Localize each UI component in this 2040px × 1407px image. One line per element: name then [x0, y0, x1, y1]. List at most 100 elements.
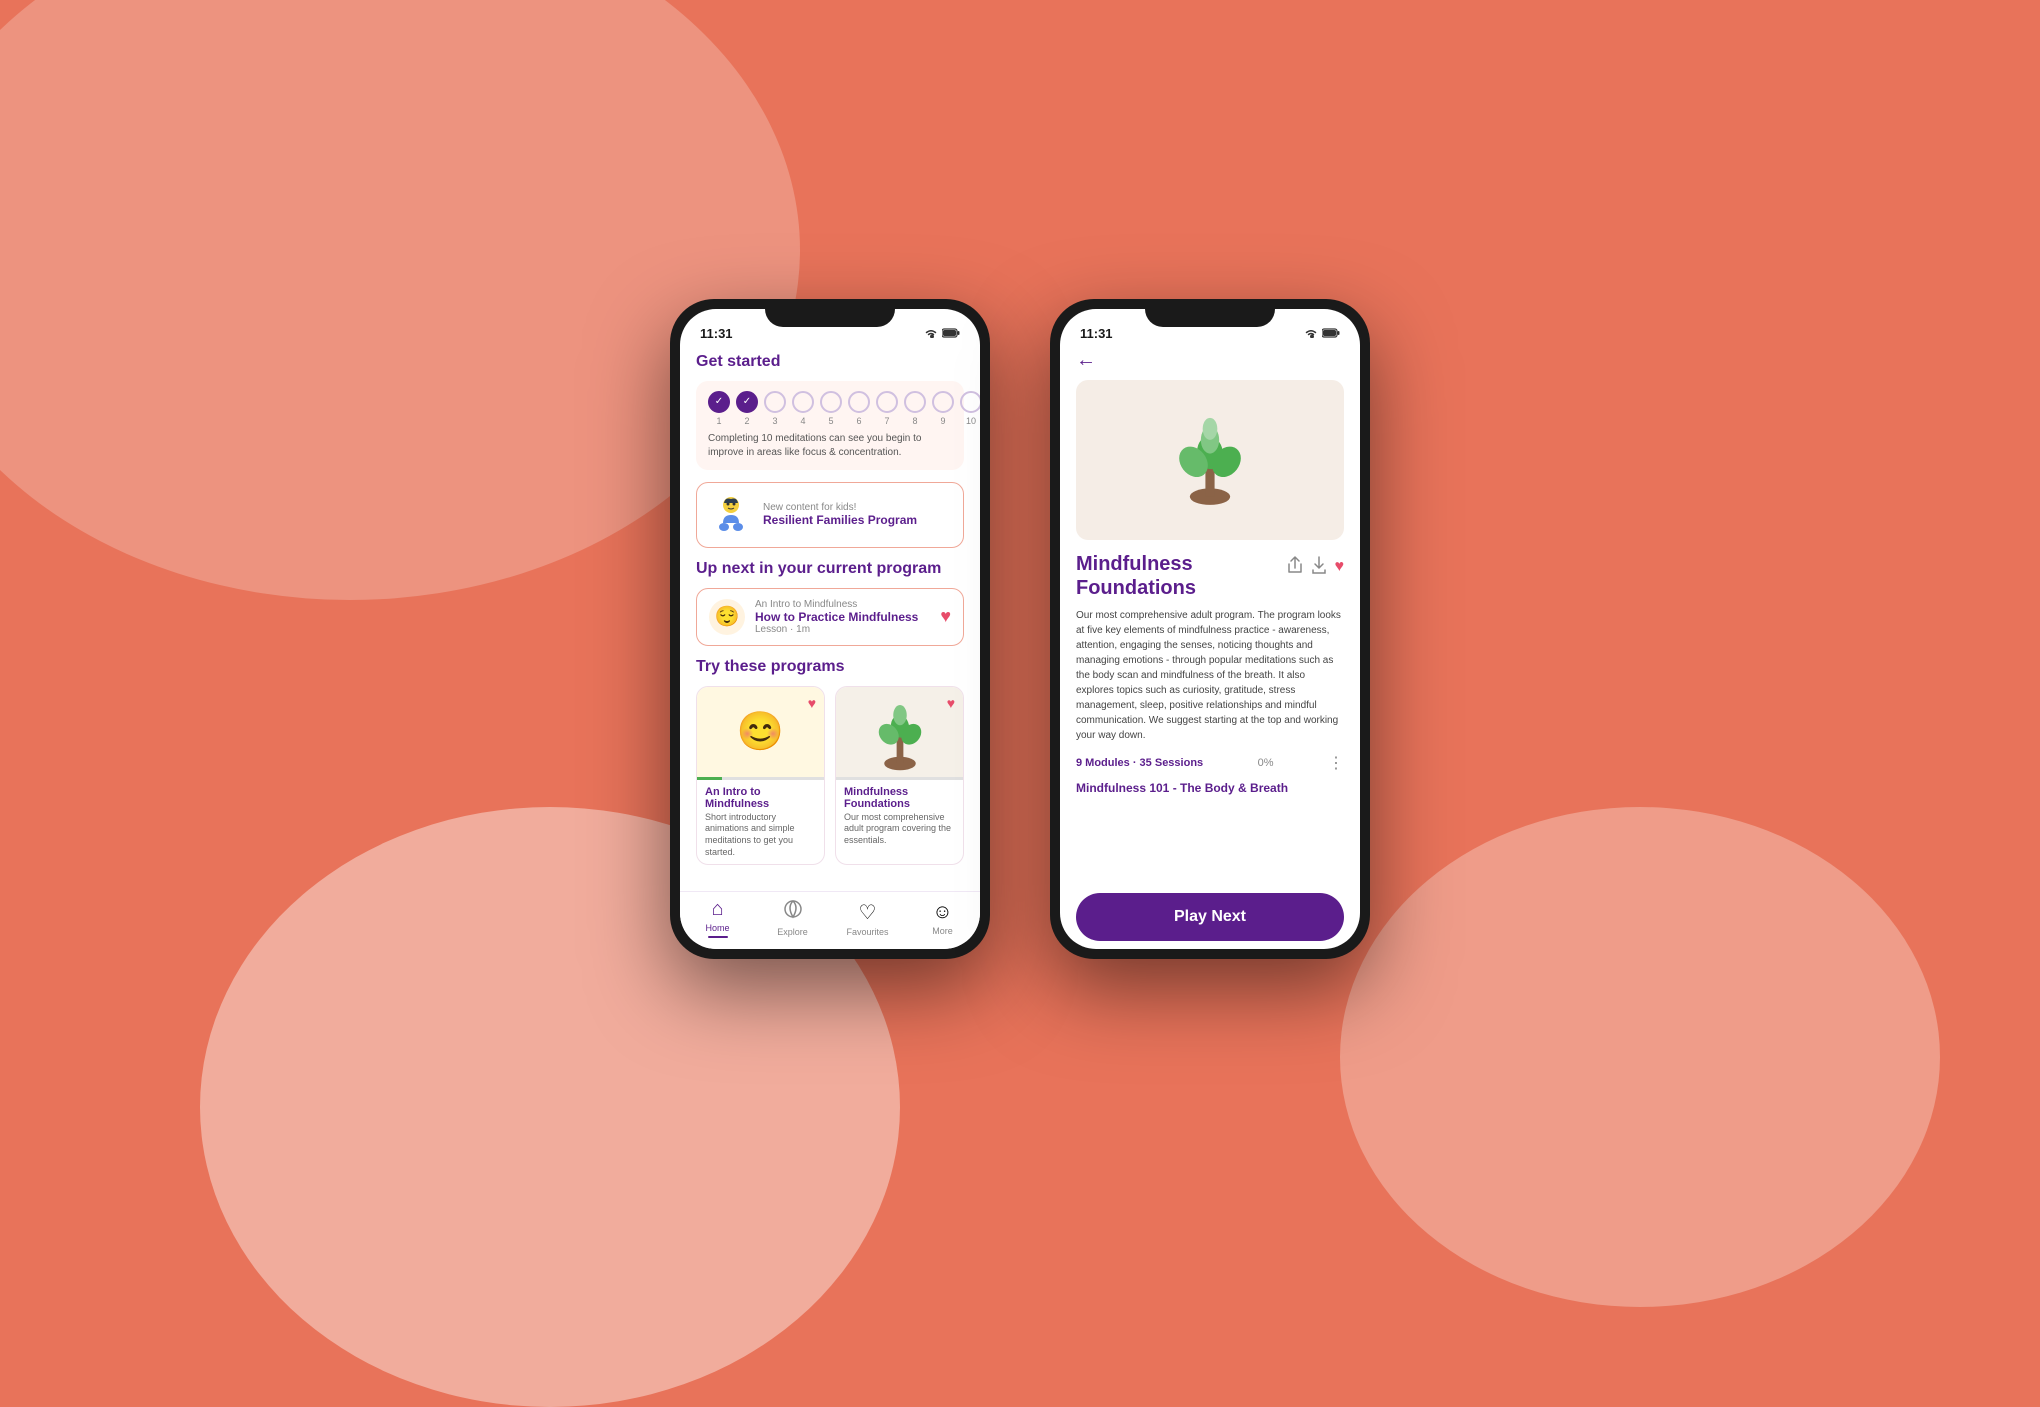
phone-notch-left: [765, 299, 895, 327]
detail-body: MindfulnessFoundations ♥ Our most compre…: [1060, 540, 1360, 885]
nav-label-home: Home: [705, 923, 729, 933]
status-time-left: 11:31: [700, 326, 733, 341]
circle-2: ✓: [736, 391, 758, 413]
heart-filled-icon[interactable]: ♥: [1335, 558, 1345, 576]
circle-item-9: 9: [932, 391, 954, 426]
circle-1: ✓: [708, 391, 730, 413]
nav-label-more: More: [932, 926, 953, 936]
module-title: Mindfulness 101 - The Body & Breath: [1076, 781, 1344, 795]
bg-decoration-3: [1340, 807, 1940, 1307]
detail-title: MindfulnessFoundations: [1076, 552, 1287, 600]
more-icon: ☺: [932, 901, 952, 924]
wifi-icon: [924, 327, 938, 341]
home-icon: ⌂: [711, 898, 723, 921]
circle-item-4: 4: [792, 391, 814, 426]
circle-item-1: ✓ 1: [708, 391, 730, 426]
circle-4: [792, 391, 814, 413]
back-button[interactable]: ←: [1076, 349, 1096, 371]
kids-subtitle: New content for kids!: [763, 502, 917, 513]
program2-heart-icon[interactable]: ♥: [947, 695, 955, 711]
program1-heart-icon[interactable]: ♥: [808, 695, 816, 711]
share-icon[interactable]: [1287, 556, 1303, 579]
program1-body: An Intro to Mindfulness Short introducto…: [697, 780, 824, 865]
circle-item-7: 7: [876, 391, 898, 426]
phones-container: 11:31 Get started: [670, 299, 1370, 959]
program-card-img-1: 😊 ♥: [697, 687, 824, 777]
detail-title-row: MindfulnessFoundations ♥: [1076, 552, 1344, 600]
nav-item-more[interactable]: ☺ More: [905, 901, 980, 936]
circle-item-2: ✓ 2: [736, 391, 758, 426]
progress-section: ✓ 1 ✓ 2 3: [696, 381, 964, 470]
detail-progress: 0%: [1258, 757, 1274, 769]
detail-meta: 9 Modules · 35 Sessions: [1076, 757, 1203, 769]
kids-card[interactable]: New content for kids! Resilient Families…: [696, 482, 964, 548]
circle-item-8: 8: [904, 391, 926, 426]
circle-3: [764, 391, 786, 413]
smiley-icon: 😊: [737, 710, 784, 754]
circle-item-10: 10: [960, 391, 980, 426]
circle-item-5: 5: [820, 391, 842, 426]
detail-image: [1076, 380, 1344, 540]
right-phone: 11:31 ←: [1050, 299, 1370, 959]
program2-title: Mindfulness Foundations: [844, 786, 955, 810]
detail-actions: ♥: [1287, 556, 1345, 579]
circle-item-6: 6: [848, 391, 870, 426]
kids-title: Resilient Families Program: [763, 513, 917, 527]
circle-item-3: 3: [764, 391, 786, 426]
lesson-subtitle: An Intro to Mindfulness: [755, 599, 930, 610]
circle-10: [960, 391, 980, 413]
detail-description: Our most comprehensive adult program. Th…: [1076, 608, 1344, 743]
favourites-icon: ♡: [859, 900, 877, 925]
get-started-title: Get started: [696, 353, 964, 371]
kids-avatar: [709, 493, 753, 537]
lesson-emoji: 😌: [709, 599, 745, 635]
circle-7: [876, 391, 898, 413]
nav-underline: [708, 936, 728, 938]
program2-desc: Our most comprehensive adult program cov…: [844, 812, 955, 847]
progress-description: Completing 10 meditations can see you be…: [708, 432, 952, 460]
circle-6: [848, 391, 870, 413]
program-card-2[interactable]: ♥ Mindfulness Foundations Our most compr…: [835, 686, 964, 866]
lesson-heart-icon[interactable]: ♥: [940, 606, 951, 627]
nav-label-favourites: Favourites: [846, 927, 888, 937]
program1-desc: Short introductory animations and simple…: [705, 812, 816, 859]
battery-icon-right: [1322, 327, 1340, 341]
more-options-icon[interactable]: ⋮: [1328, 753, 1344, 773]
circle-9: [932, 391, 954, 413]
status-icons-right: [1304, 327, 1340, 341]
right-phone-screen: 11:31 ←: [1060, 309, 1360, 949]
bottom-nav: ⌂ Home Explore ♡ Favourites ☺ More: [680, 891, 980, 949]
status-time-right: 11:31: [1080, 326, 1113, 341]
status-icons-left: [924, 327, 960, 341]
lesson-meta: Lesson · 1m: [755, 624, 930, 635]
nav-label-explore: Explore: [777, 927, 808, 937]
wifi-icon-right: [1304, 327, 1318, 341]
right-detail-content: MindfulnessFoundations ♥ Our most compre…: [1060, 540, 1360, 949]
circle-8: [904, 391, 926, 413]
detail-header: ←: [1060, 345, 1360, 380]
lesson-title: How to Practice Mindfulness: [755, 610, 930, 624]
nav-item-favourites[interactable]: ♡ Favourites: [830, 900, 905, 937]
detail-plant-svg: [1155, 405, 1265, 515]
up-next-card[interactable]: 😌 An Intro to Mindfulness How to Practic…: [696, 588, 964, 646]
left-phone: 11:31 Get started: [670, 299, 990, 959]
battery-icon: [942, 327, 960, 341]
program-card-1[interactable]: 😊 ♥ An Intro to Mindfulness Short introd…: [696, 686, 825, 866]
download-icon[interactable]: [1311, 556, 1327, 579]
program2-body: Mindfulness Foundations Our most compreh…: [836, 780, 963, 853]
lesson-info: An Intro to Mindfulness How to Practice …: [755, 599, 930, 635]
kids-card-text: New content for kids! Resilient Families…: [763, 502, 917, 527]
try-programs-title: Try these programs: [696, 658, 964, 676]
program1-progress-bar: [697, 777, 824, 780]
nav-item-home[interactable]: ⌂ Home: [680, 898, 755, 938]
left-screen-content: Get started ✓ 1 ✓ 2: [680, 345, 980, 891]
program1-title: An Intro to Mindfulness: [705, 786, 816, 810]
nav-item-explore[interactable]: Explore: [755, 899, 830, 937]
circle-5: [820, 391, 842, 413]
left-phone-screen: 11:31 Get started: [680, 309, 980, 949]
play-next-button[interactable]: Play Next: [1076, 893, 1344, 941]
progress-circles: ✓ 1 ✓ 2 3: [708, 391, 952, 426]
program-card-img-2: ♥: [836, 687, 963, 777]
up-next-title: Up next in your current program: [696, 560, 964, 578]
program1-progress-fill: [697, 777, 722, 780]
